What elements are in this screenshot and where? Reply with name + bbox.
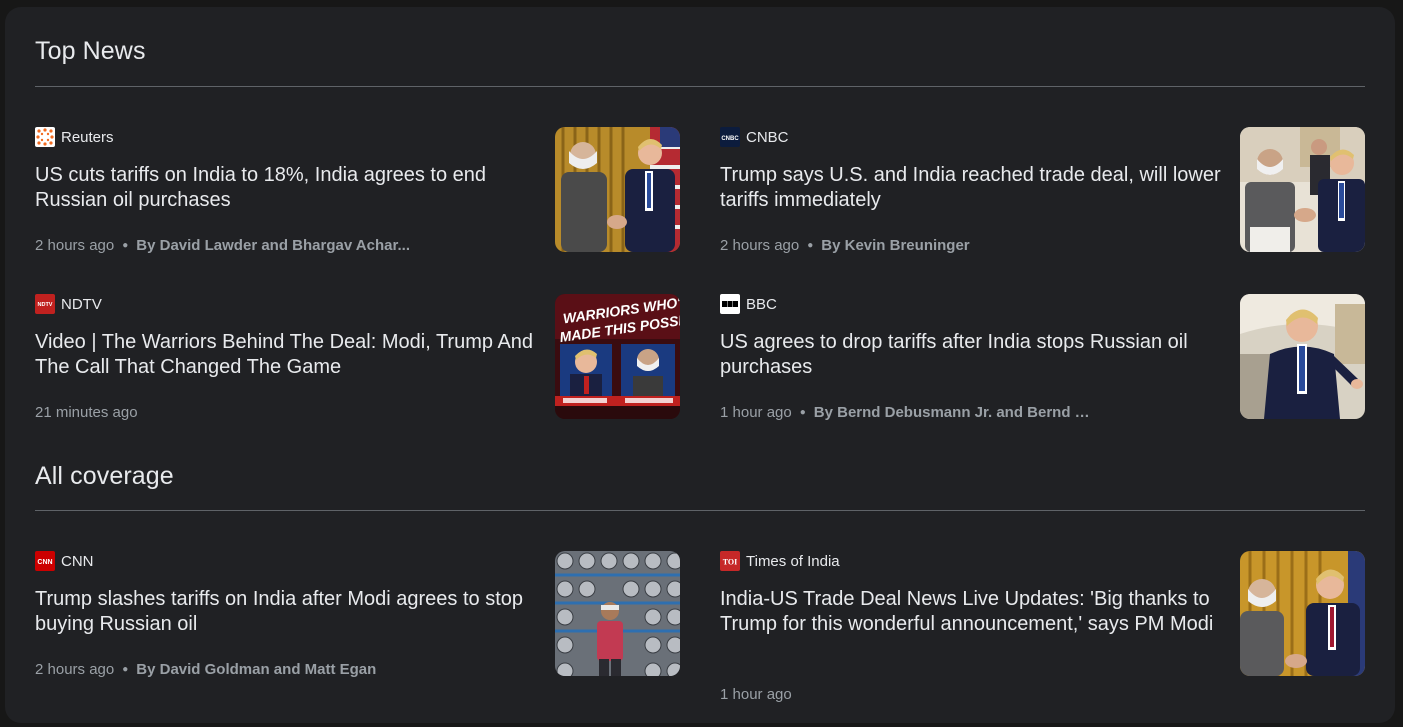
cnbc-logo-icon: CNBC <box>720 127 740 147</box>
article-meta: 2 hours ago ● By David Lawder and Bharga… <box>35 237 410 254</box>
modi-trump-handshake-image[interactable] <box>555 127 680 252</box>
modi-trump-handshake-image-2[interactable] <box>1240 551 1365 676</box>
source-row: TOI Times of India <box>720 551 840 571</box>
article-meta: 21 minutes ago <box>35 404 138 421</box>
all-coverage-divider <box>35 510 1365 511</box>
article-author: By David Lawder and Bhargav Achar... <box>136 237 410 254</box>
news-card-reuters[interactable]: Reuters US cuts tariffs on India to 18%,… <box>35 127 680 255</box>
news-card-cnn[interactable]: CNN CNN Trump slashes tariffs on India a… <box>35 551 680 679</box>
all-coverage-heading: All coverage <box>35 462 174 490</box>
svg-text:CNBC: CNBC <box>721 136 739 142</box>
news-panel: Top News Reuters US cuts tariffs on Indi… <box>5 7 1395 723</box>
article-author: By Kevin Breuninger <box>821 237 970 254</box>
article-time: 2 hours ago <box>35 661 115 678</box>
article-meta: 1 hour ago <box>720 686 792 703</box>
article-author: By David Goldman and Matt Egan <box>136 661 377 678</box>
svg-text:NDTV: NDTV <box>38 302 53 308</box>
article-meta: 2 hours ago ● By David Goldman and Matt … <box>35 661 376 678</box>
separator-dot: ● <box>807 240 814 251</box>
svg-text:CNN: CNN <box>37 559 52 566</box>
reuters-logo-icon <box>35 127 55 147</box>
svg-text:TOI: TOI <box>723 558 738 567</box>
separator-dot: ● <box>799 407 806 418</box>
top-news-divider <box>35 86 1365 87</box>
article-headline[interactable]: US agrees to drop tariffs after India st… <box>720 330 1225 380</box>
source-row: CNBC CNBC <box>720 127 789 147</box>
source-row: CNN CNN <box>35 551 94 571</box>
source-row: NDTV NDTV <box>35 294 102 314</box>
article-headline[interactable]: Trump says U.S. and India reached trade … <box>720 163 1225 213</box>
news-card-times-of-india[interactable]: TOI Times of India India-US Trade Deal N… <box>720 551 1365 703</box>
article-headline[interactable]: India-US Trade Deal News Live Updates: '… <box>720 587 1225 637</box>
cnn-logo-icon: CNN <box>35 551 55 571</box>
toi-logo-icon: TOI <box>720 551 740 571</box>
source-name: BBC <box>746 295 777 313</box>
trump-portrait-image[interactable] <box>1240 294 1365 419</box>
article-meta: 2 hours ago ● By Kevin Breuninger <box>720 237 970 254</box>
ndtv-video-thumbnail[interactable]: WARRIORS WHO'VE MADE THIS POSSIBLE <box>555 294 680 419</box>
modi-trump-seated-handshake-image[interactable] <box>1240 127 1365 252</box>
news-card-cnbc[interactable]: CNBC CNBC Trump says U.S. and India reac… <box>720 127 1365 255</box>
separator-dot: ● <box>122 664 129 675</box>
top-news-heading: Top News <box>35 37 146 65</box>
article-time: 1 hour ago <box>720 686 792 703</box>
source-name: CNBC <box>746 128 789 146</box>
source-name: Times of India <box>746 552 840 570</box>
article-headline[interactable]: US cuts tariffs on India to 18%, India a… <box>35 163 540 213</box>
news-card-bbc[interactable]: BBC US agrees to drop tariffs after Indi… <box>720 294 1365 422</box>
news-card-ndtv[interactable]: NDTV NDTV Video | The Warriors Behind Th… <box>35 294 680 422</box>
source-row: BBC <box>720 294 777 314</box>
ndtv-logo-icon: NDTV <box>35 294 55 314</box>
textile-factory-image[interactable] <box>555 551 680 676</box>
separator-dot: ● <box>122 240 129 251</box>
source-name: Reuters <box>61 128 114 146</box>
source-name: CNN <box>61 552 94 570</box>
article-time: 2 hours ago <box>720 237 800 254</box>
article-meta: 1 hour ago ● By Bernd Debusmann Jr. and … <box>720 404 1094 421</box>
source-row: Reuters <box>35 127 114 147</box>
source-name: NDTV <box>61 295 102 313</box>
article-time: 2 hours ago <box>35 237 115 254</box>
article-headline[interactable]: Trump slashes tariffs on India after Mod… <box>35 587 540 637</box>
article-time: 21 minutes ago <box>35 404 138 421</box>
article-headline[interactable]: Video | The Warriors Behind The Deal: Mo… <box>35 330 540 380</box>
article-author: By Bernd Debusmann Jr. and Bernd D... <box>813 404 1094 421</box>
article-time: 1 hour ago <box>720 404 792 421</box>
bbc-logo-icon <box>720 294 740 314</box>
